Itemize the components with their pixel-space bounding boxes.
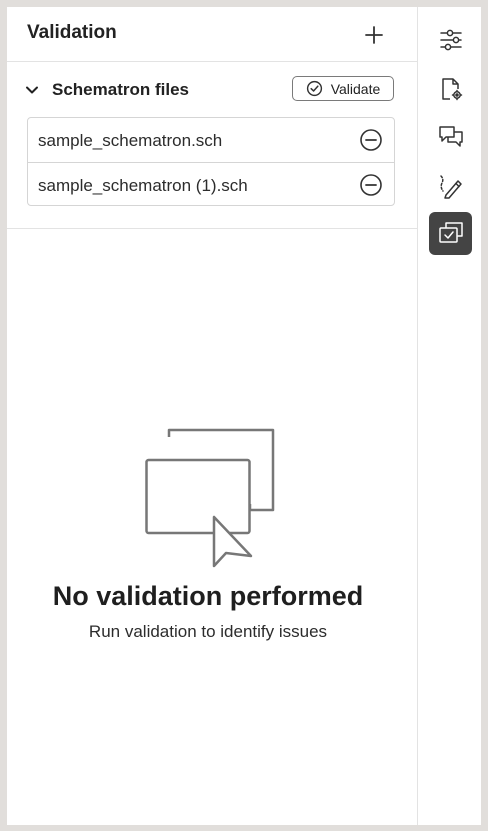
rail-comments-button[interactable] — [429, 115, 472, 158]
validate-button[interactable]: Validate — [292, 76, 394, 101]
chevron-down-icon[interactable] — [24, 82, 40, 98]
empty-state-subtitle: Run validation to identify issues — [88, 622, 328, 641]
file-name: sample_schematron (1).sch — [38, 176, 248, 195]
panel-header: Validation — [7, 7, 417, 62]
remove-circle-icon[interactable] — [359, 173, 383, 197]
sliders-icon — [439, 29, 462, 50]
right-tool-rail — [418, 7, 481, 825]
empty-state-illustration-icon — [145, 428, 275, 568]
section-title: Schematron files — [52, 80, 189, 99]
rail-edit-button[interactable] — [429, 164, 472, 207]
plus-icon — [365, 26, 383, 44]
schematron-file-list: sample_schematron.sch sample_schematron … — [27, 117, 395, 206]
validation-icon — [438, 221, 463, 243]
file-name: sample_schematron.sch — [38, 131, 223, 150]
app-frame: Validation Schematron files Validate sam… — [7, 7, 481, 825]
validation-panel: Validation Schematron files Validate sam… — [7, 7, 418, 825]
empty-state-title: No validation performed — [52, 581, 364, 611]
section-divider — [7, 228, 417, 229]
rail-validation-button[interactable] — [429, 212, 472, 255]
validate-label: Validate — [330, 80, 381, 97]
file-row[interactable]: sample_schematron.sch — [28, 118, 394, 162]
rail-document-settings-button[interactable] — [429, 67, 472, 110]
pencil-icon — [439, 174, 462, 199]
document-settings-icon — [441, 77, 462, 100]
rail-settings-button[interactable] — [429, 18, 472, 61]
schematron-section-header: Schematron files Validate — [7, 74, 417, 106]
file-row[interactable]: sample_schematron (1).sch — [28, 162, 394, 206]
add-schematron-button[interactable] — [359, 20, 389, 50]
check-circle-icon — [306, 80, 322, 97]
comments-icon — [438, 125, 463, 147]
panel-title: Validation — [27, 22, 117, 43]
remove-circle-icon[interactable] — [359, 128, 383, 152]
